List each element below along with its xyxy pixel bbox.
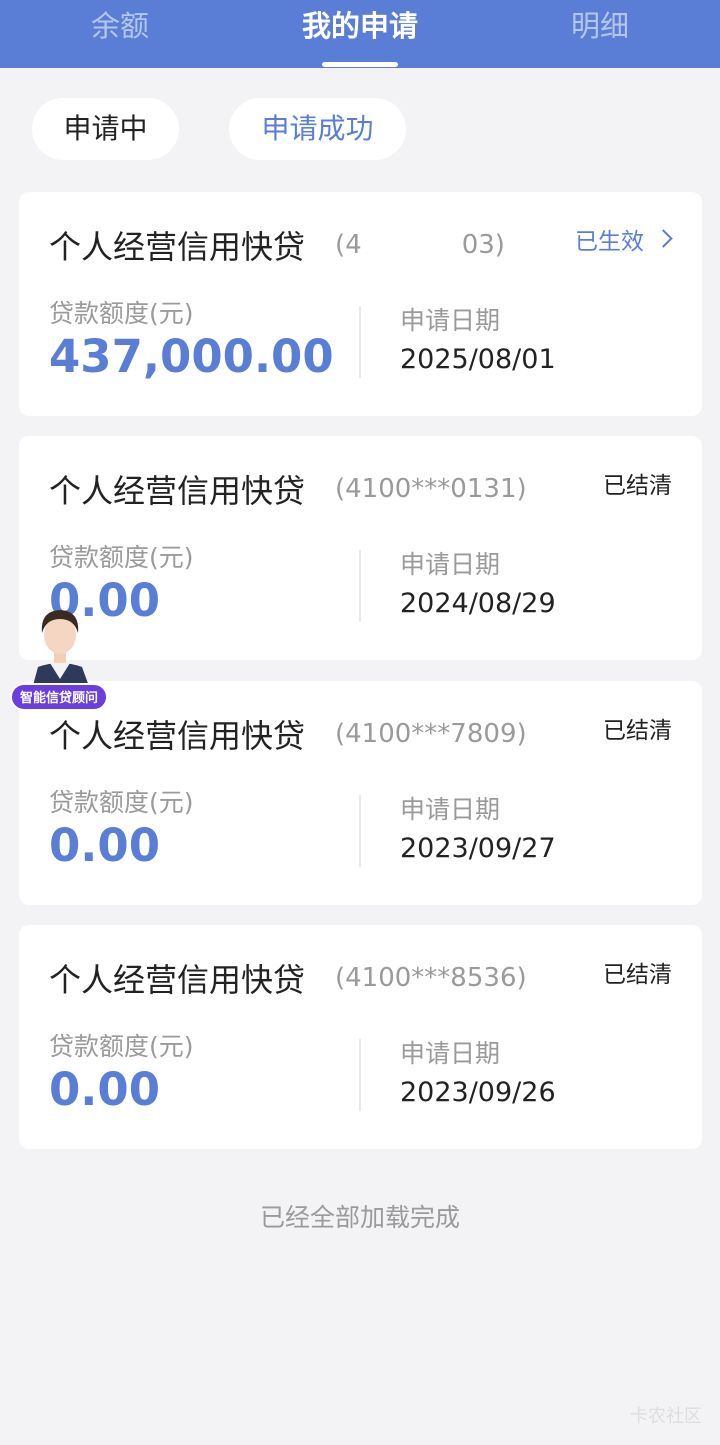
date-value: 2025/08/01: [400, 344, 556, 375]
tab-details[interactable]: 明细: [500, 6, 700, 46]
amount-label: 贷款额度(元): [49, 788, 194, 817]
date-value: 2024/08/29: [400, 588, 556, 619]
watermark-text: 卡农社区: [630, 1406, 702, 1427]
loan-title: 个人经营信用快贷: [49, 717, 306, 755]
loan-account-suffix: 03): [461, 230, 505, 260]
date-value: 2023/09/26: [400, 1077, 556, 1108]
loan-title: 个人经营信用快贷: [49, 228, 306, 266]
loan-account-number: (4 03): [335, 230, 505, 260]
loan-card[interactable]: 个人经营信用快贷 (4100***8536) 已结清 贷款额度(元) 0.00 …: [19, 925, 702, 1149]
date-label: 申请日期: [400, 1039, 501, 1068]
loan-card[interactable]: 个人经营信用快贷 (4100***0131) 已结清 贷款额度(元) 0.00 …: [19, 436, 702, 660]
loan-account-number: (4100***0131): [335, 474, 527, 504]
filter-success-button[interactable]: 申请成功: [229, 98, 406, 160]
divider: [359, 306, 361, 378]
amount-label: 贷款额度(元): [49, 1032, 194, 1061]
amount-label: 贷款额度(元): [49, 543, 194, 572]
status-badge: 已结清: [603, 962, 672, 988]
status-badge: 已结清: [603, 473, 672, 499]
date-label: 申请日期: [400, 550, 501, 579]
amount-value: 437,000.00: [49, 330, 334, 383]
status-badge[interactable]: 已生效: [575, 222, 644, 256]
chevron-right-icon[interactable]: [654, 229, 673, 248]
date-label: 申请日期: [400, 795, 501, 824]
loan-card[interactable]: 个人经营信用快贷 (4 03) 已生效 贷款额度(元) 437,000.00 申请…: [19, 192, 702, 416]
amount-label: 贷款额度(元): [49, 299, 194, 328]
loan-account-number: (4100***8536): [335, 963, 527, 993]
ai-assistant-widget[interactable]: 智能信贷顾问: [10, 605, 110, 715]
loan-title: 个人经营信用快贷: [49, 961, 306, 999]
divider: [359, 1039, 361, 1111]
amount-value: 0.00: [49, 819, 161, 872]
loan-card[interactable]: 个人经营信用快贷 (4100***7809) 已结清 贷款额度(元) 0.00 …: [19, 681, 702, 905]
date-label: 申请日期: [400, 306, 501, 335]
date-value: 2023/09/27: [400, 833, 556, 864]
divider: [359, 550, 361, 622]
assistant-avatar: [32, 610, 90, 689]
loan-title: 个人经营信用快贷: [49, 472, 306, 510]
top-tab-bar: 余额 我的申请 明细: [0, 0, 720, 68]
active-tab-indicator: [322, 62, 398, 67]
tab-balance[interactable]: 余额: [20, 6, 220, 46]
assistant-badge[interactable]: 智能信贷顾问: [10, 683, 108, 711]
loan-account-prefix: (4: [335, 230, 362, 260]
loan-account-number: (4100***7809): [335, 719, 527, 749]
load-complete-text: 已经全部加载完成: [259, 1203, 460, 1232]
divider: [359, 795, 361, 867]
filter-pending-button[interactable]: 申请中: [32, 98, 179, 160]
tab-my-applications[interactable]: 我的申请: [260, 6, 460, 46]
amount-value: 0.00: [49, 1063, 161, 1116]
status-badge: 已结清: [603, 718, 672, 744]
